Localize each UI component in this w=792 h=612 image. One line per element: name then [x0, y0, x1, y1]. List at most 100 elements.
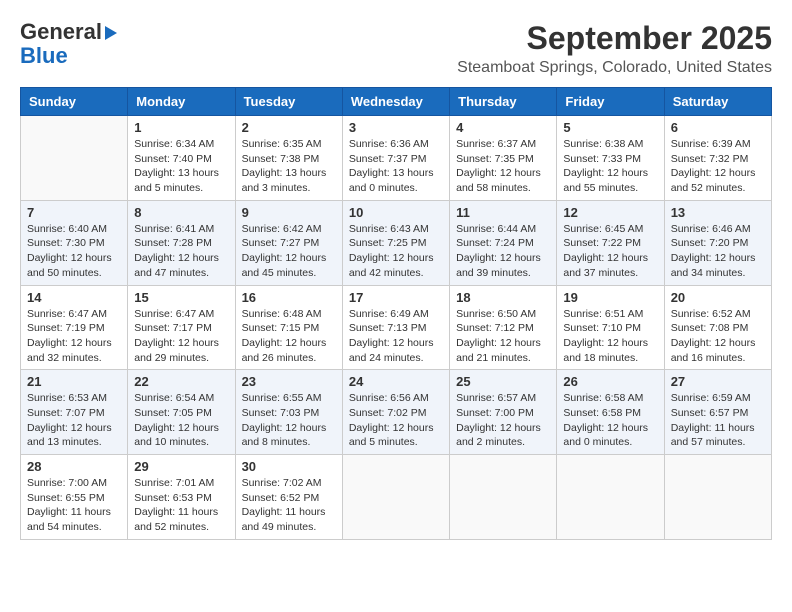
day-info: Sunrise: 6:50 AM Sunset: 7:12 PM Dayligh… — [456, 307, 550, 366]
table-row — [557, 455, 664, 540]
logo: General Blue — [20, 20, 117, 68]
calendar-week-row: 21 Sunrise: 6:53 AM Sunset: 7:07 PM Dayli… — [21, 370, 772, 455]
col-monday: Monday — [128, 88, 235, 116]
table-row: 4Sunrise: 6:37 AM Sunset: 7:35 PM Daylig… — [450, 116, 557, 201]
table-row: 22Sunrise: 6:54 AM Sunset: 7:05 PM Dayli… — [128, 370, 235, 455]
day-number: 2 — [242, 120, 336, 135]
day-number: 3 — [349, 120, 443, 135]
table-row: 30 Sunrise: 7:02 AM Sunset: 6:52 PM Dayli… — [235, 455, 342, 540]
title-block: September 2025 Steamboat Springs, Colora… — [457, 20, 772, 77]
day-info: Sunrise: 6:49 AM Sunset: 7:13 PM Dayligh… — [349, 307, 443, 366]
day-info: Sunrise: 6:38 AM Sunset: 7:33 PM Dayligh… — [563, 137, 657, 196]
table-row: 16 Sunrise: 6:48 AM Sunset: 7:15 PM Dayli… — [235, 285, 342, 370]
day-info: Sunrise: 6:45 AM Sunset: 7:22 PM Dayligh… — [563, 222, 657, 281]
day-number: 22 — [134, 374, 228, 389]
day-info: Sunrise: 7:01 AM Sunset: 6:53 PM Dayligh… — [134, 476, 228, 535]
table-row: 6 Sunrise: 6:39 AM Sunset: 7:32 PM Daylig… — [664, 116, 771, 201]
day-info: Sunrise: 6:44 AM Sunset: 7:24 PM Dayligh… — [456, 222, 550, 281]
calendar-week-row: 28Sunrise: 7:00 AM Sunset: 6:55 PM Dayli… — [21, 455, 772, 540]
table-row: 8 Sunrise: 6:41 AM Sunset: 7:28 PM Daylig… — [128, 200, 235, 285]
col-sunday: Sunday — [21, 88, 128, 116]
calendar-week-row: 14Sunrise: 6:47 AM Sunset: 7:19 PM Dayli… — [21, 285, 772, 370]
table-row: 29 Sunrise: 7:01 AM Sunset: 6:53 PM Dayli… — [128, 455, 235, 540]
day-info: Sunrise: 6:43 AM Sunset: 7:25 PM Dayligh… — [349, 222, 443, 281]
table-row — [342, 455, 449, 540]
table-row: 19 Sunrise: 6:51 AM Sunset: 7:10 PM Dayli… — [557, 285, 664, 370]
day-number: 17 — [349, 290, 443, 305]
day-info: Sunrise: 7:02 AM Sunset: 6:52 PM Dayligh… — [242, 476, 336, 535]
calendar-week-row: 7Sunrise: 6:40 AM Sunset: 7:30 PM Daylig… — [21, 200, 772, 285]
day-number: 16 — [242, 290, 336, 305]
table-row: 26 Sunrise: 6:58 AM Sunset: 6:58 PM Dayli… — [557, 370, 664, 455]
day-info: Sunrise: 6:57 AM Sunset: 7:00 PM Dayligh… — [456, 391, 550, 450]
day-number: 29 — [134, 459, 228, 474]
table-row: 11 Sunrise: 6:44 AM Sunset: 7:24 PM Dayli… — [450, 200, 557, 285]
table-row: 14Sunrise: 6:47 AM Sunset: 7:19 PM Dayli… — [21, 285, 128, 370]
table-row: 25 Sunrise: 6:57 AM Sunset: 7:00 PM Dayli… — [450, 370, 557, 455]
table-row: 24 Sunrise: 6:56 AM Sunset: 7:02 PM Dayli… — [342, 370, 449, 455]
day-number: 24 — [349, 374, 443, 389]
day-number: 7 — [27, 205, 121, 220]
day-number: 14 — [27, 290, 121, 305]
col-tuesday: Tuesday — [235, 88, 342, 116]
day-info: Sunrise: 6:56 AM Sunset: 7:02 PM Dayligh… — [349, 391, 443, 450]
day-number: 10 — [349, 205, 443, 220]
day-number: 12 — [563, 205, 657, 220]
table-row — [450, 455, 557, 540]
day-number: 18 — [456, 290, 550, 305]
day-number: 30 — [242, 459, 336, 474]
table-row: 20Sunrise: 6:52 AM Sunset: 7:08 PM Dayli… — [664, 285, 771, 370]
day-info: Sunrise: 6:46 AM Sunset: 7:20 PM Dayligh… — [671, 222, 765, 281]
table-row: 12 Sunrise: 6:45 AM Sunset: 7:22 PM Dayli… — [557, 200, 664, 285]
day-number: 9 — [242, 205, 336, 220]
day-info: Sunrise: 6:42 AM Sunset: 7:27 PM Dayligh… — [242, 222, 336, 281]
day-number: 15 — [134, 290, 228, 305]
table-row: 15 Sunrise: 6:47 AM Sunset: 7:17 PM Dayli… — [128, 285, 235, 370]
day-info: Sunrise: 6:48 AM Sunset: 7:15 PM Dayligh… — [242, 307, 336, 366]
day-info: Sunrise: 6:41 AM Sunset: 7:28 PM Dayligh… — [134, 222, 228, 281]
calendar-week-row: 1 Sunrise: 6:34 AM Sunset: 7:40 PM Daylig… — [21, 116, 772, 201]
day-info: Sunrise: 6:39 AM Sunset: 7:32 PM Dayligh… — [671, 137, 765, 196]
page-subtitle: Steamboat Springs, Colorado, United Stat… — [457, 59, 772, 77]
day-number: 25 — [456, 374, 550, 389]
day-number: 5 — [563, 120, 657, 135]
table-row: 28Sunrise: 7:00 AM Sunset: 6:55 PM Dayli… — [21, 455, 128, 540]
day-number: 8 — [134, 205, 228, 220]
table-row: 27 Sunrise: 6:59 AM Sunset: 6:57 PM Dayli… — [664, 370, 771, 455]
table-row: 5 Sunrise: 6:38 AM Sunset: 7:33 PM Daylig… — [557, 116, 664, 201]
day-number: 21 — [27, 374, 121, 389]
day-info: Sunrise: 6:55 AM Sunset: 7:03 PM Dayligh… — [242, 391, 336, 450]
day-number: 13 — [671, 205, 765, 220]
table-row: 1 Sunrise: 6:34 AM Sunset: 7:40 PM Daylig… — [128, 116, 235, 201]
table-row: 18 Sunrise: 6:50 AM Sunset: 7:12 PM Dayli… — [450, 285, 557, 370]
day-number: 28 — [27, 459, 121, 474]
day-info: Sunrise: 6:47 AM Sunset: 7:17 PM Dayligh… — [134, 307, 228, 366]
table-row: 21 Sunrise: 6:53 AM Sunset: 7:07 PM Dayli… — [21, 370, 128, 455]
day-number: 1 — [134, 120, 228, 135]
table-row — [21, 116, 128, 201]
day-number: 26 — [563, 374, 657, 389]
day-number: 6 — [671, 120, 765, 135]
logo-blue: Blue — [20, 44, 117, 68]
table-row: 10 Sunrise: 6:43 AM Sunset: 7:25 PM Dayli… — [342, 200, 449, 285]
day-number: 23 — [242, 374, 336, 389]
day-info: Sunrise: 6:35 AM Sunset: 7:38 PM Dayligh… — [242, 137, 336, 196]
calendar-header-row: Sunday Monday Tuesday Wednesday Thursday… — [21, 88, 772, 116]
table-row: 2 Sunrise: 6:35 AM Sunset: 7:38 PM Daylig… — [235, 116, 342, 201]
table-row: 7Sunrise: 6:40 AM Sunset: 7:30 PM Daylig… — [21, 200, 128, 285]
day-number: 4 — [456, 120, 550, 135]
day-number: 19 — [563, 290, 657, 305]
day-info: Sunrise: 6:53 AM Sunset: 7:07 PM Dayligh… — [27, 391, 121, 450]
day-info: Sunrise: 6:59 AM Sunset: 6:57 PM Dayligh… — [671, 391, 765, 450]
day-info: Sunrise: 6:36 AM Sunset: 7:37 PM Dayligh… — [349, 137, 443, 196]
calendar-table: Sunday Monday Tuesday Wednesday Thursday… — [20, 87, 772, 540]
page-header: General Blue September 2025 Steamboat Sp… — [20, 20, 772, 77]
day-info: Sunrise: 6:34 AM Sunset: 7:40 PM Dayligh… — [134, 137, 228, 196]
day-info: Sunrise: 6:51 AM Sunset: 7:10 PM Dayligh… — [563, 307, 657, 366]
day-number: 27 — [671, 374, 765, 389]
table-row — [664, 455, 771, 540]
day-info: Sunrise: 6:58 AM Sunset: 6:58 PM Dayligh… — [563, 391, 657, 450]
day-number: 20 — [671, 290, 765, 305]
day-number: 11 — [456, 205, 550, 220]
table-row: 3 Sunrise: 6:36 AM Sunset: 7:37 PM Daylig… — [342, 116, 449, 201]
